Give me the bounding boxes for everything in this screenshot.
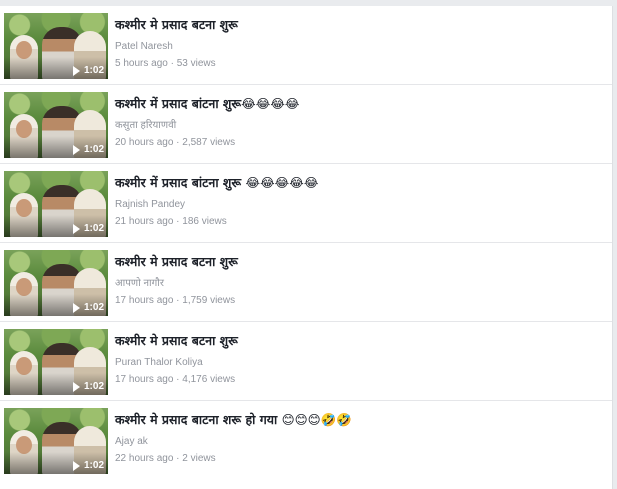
video-thumbnail[interactable]: 1:02 — [4, 329, 108, 395]
video-title[interactable]: कश्मीर मे प्रसाद बटना शुरू — [115, 332, 595, 350]
video-list-item[interactable]: 1:02 कश्मीर मे प्रसाद बाटना शरू हो गया 😊… — [0, 401, 612, 480]
video-list-item[interactable]: 1:02 कश्मीर मे प्रसाद बटना शुरू आपणो नाग… — [0, 243, 612, 322]
video-author[interactable]: Puran Thalor Koliya — [115, 356, 595, 369]
video-meta: 17 hours ago · 1,759 views — [115, 295, 236, 306]
video-duration: 1:02 — [83, 65, 104, 76]
play-icon — [72, 65, 80, 76]
video-duration: 1:02 — [83, 302, 104, 313]
play-icon — [72, 460, 80, 471]
video-duration: 1:02 — [83, 460, 104, 471]
video-list-item[interactable]: 1:02 कश्मीर में प्रसाद बांटना शुरू😂😂😂😂 क… — [0, 85, 612, 164]
video-title[interactable]: कश्मीर में प्रसाद बांटना शुरू 😂😂😂😂😂 — [115, 174, 595, 192]
video-results-list: 1:02 कश्मीर मे प्रसाद बटना शुरू Patel Na… — [0, 6, 613, 489]
video-meta: 20 hours ago · 2,587 views — [115, 137, 236, 148]
video-duration: 1:02 — [83, 223, 104, 234]
video-thumbnail[interactable]: 1:02 — [4, 171, 108, 237]
video-meta: 22 hours ago · 2 views — [115, 453, 216, 464]
video-meta: 21 hours ago · 186 views — [115, 216, 227, 227]
video-duration: 1:02 — [83, 381, 104, 392]
duration-badge: 1:02 — [72, 65, 104, 76]
video-meta: 5 hours ago · 53 views — [115, 58, 216, 69]
video-meta: 17 hours ago · 4,176 views — [115, 374, 236, 385]
duration-badge: 1:02 — [72, 223, 104, 234]
play-icon — [72, 144, 80, 155]
video-title[interactable]: कश्मीर में प्रसाद बांटना शुरू😂😂😂😂 — [115, 95, 595, 113]
video-thumbnail[interactable]: 1:02 — [4, 408, 108, 474]
video-list-item[interactable]: 1:02 कश्मीर मे प्रसाद बटना शुरू Puran Th… — [0, 322, 612, 401]
video-thumbnail[interactable]: 1:02 — [4, 250, 108, 316]
video-title[interactable]: कश्मीर मे प्रसाद बाटना शरू हो गया 😊😊😊🤣🤣 — [115, 411, 595, 429]
play-icon — [72, 223, 80, 234]
video-author[interactable]: Patel Naresh — [115, 40, 595, 53]
video-thumbnail[interactable]: 1:02 — [4, 13, 108, 79]
video-list-item[interactable]: 1:02 कश्मीर में प्रसाद बांटना शुरू 😂😂😂😂😂… — [0, 164, 612, 243]
video-author[interactable]: कसुता हरियाणवी — [115, 119, 595, 132]
play-icon — [72, 381, 80, 392]
video-title[interactable]: कश्मीर मे प्रसाद बटना शुरू — [115, 16, 595, 34]
duration-badge: 1:02 — [72, 302, 104, 313]
video-author[interactable]: आपणो नागौर — [115, 277, 595, 290]
video-list-item[interactable]: 1:02 कश्मीर मे प्रसाद बटना शुरू Patel Na… — [0, 6, 612, 85]
duration-badge: 1:02 — [72, 144, 104, 155]
video-thumbnail[interactable]: 1:02 — [4, 92, 108, 158]
play-icon — [72, 302, 80, 313]
video-author[interactable]: Ajay ak — [115, 435, 595, 448]
duration-badge: 1:02 — [72, 460, 104, 471]
duration-badge: 1:02 — [72, 381, 104, 392]
video-author[interactable]: Rajnish Pandey — [115, 198, 595, 211]
video-title[interactable]: कश्मीर मे प्रसाद बटना शुरू — [115, 253, 595, 271]
video-duration: 1:02 — [83, 144, 104, 155]
